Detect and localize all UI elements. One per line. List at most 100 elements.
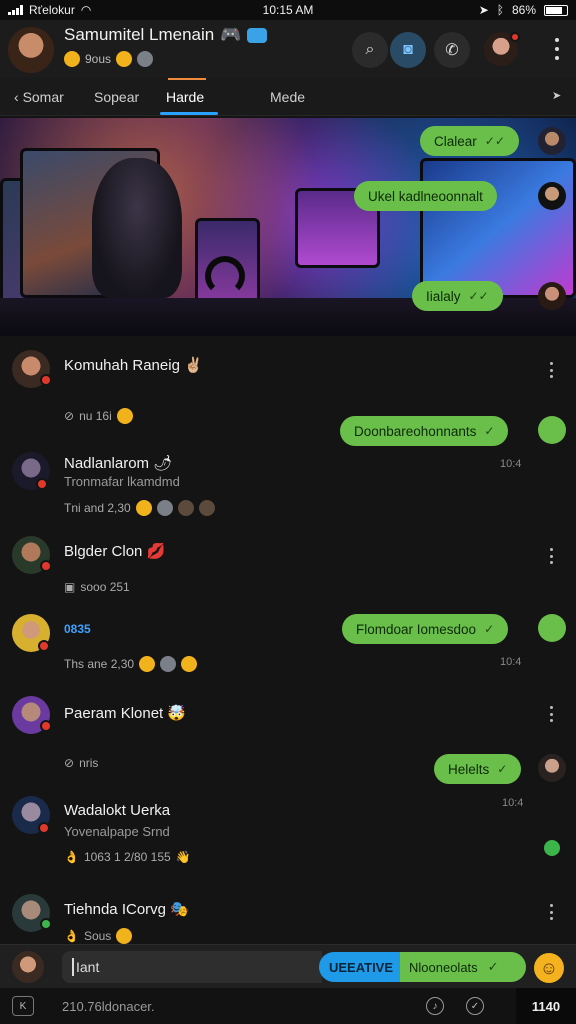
chat-preview: Tronmafar lkamdmd [64, 474, 180, 489]
reaction-emoji-icon [135, 500, 152, 516]
reaction-emoji-icon: 👋 [175, 850, 191, 864]
outgoing-message-bubble[interactable]: Doonbareohonnants ✓ [340, 416, 509, 446]
header-subtitle: 9ous [64, 51, 154, 67]
bottom-label[interactable]: 1140 [516, 988, 576, 1024]
reaction-emoji-icon [116, 928, 133, 944]
chat-meta: ⊘ nu 16i [64, 408, 133, 424]
chat-row[interactable]: Tiehnda ICorvg 🎭 👌 Sous [0, 892, 576, 944]
headset-image [205, 256, 245, 296]
more-options-icon[interactable] [554, 38, 560, 60]
attachment-icon: ⊘ [64, 756, 75, 770]
verified-icon [247, 27, 268, 43]
more-options-icon[interactable] [550, 362, 554, 378]
location-icon: ➤ [478, 3, 489, 17]
outgoing-message-bubble[interactable]: Helelts ✓ [434, 754, 522, 784]
create-button[interactable]: UEEATIVE [319, 952, 403, 982]
chat-header: Samumitel Lmenain 🎮 9ous ⌕ ◙ ✆ [0, 20, 576, 78]
reaction-emoji-icon [139, 656, 156, 672]
chat-meta: ⊘ nris [64, 756, 99, 770]
chat-name: Blgder Clon 💋 [64, 542, 166, 560]
tab-sopear[interactable]: Sopear [94, 89, 139, 105]
suggestion-chip[interactable]: Nlooneolats ✓ [400, 952, 526, 982]
video-button[interactable]: ◙ [390, 32, 426, 68]
message-input[interactable]: Iant [62, 951, 322, 983]
online-dot [544, 840, 560, 856]
status-badge [38, 640, 50, 652]
tab-indicator [160, 112, 218, 115]
status-badge [40, 720, 52, 732]
chat-name: 0835 [64, 622, 91, 636]
tab-harde[interactable]: Harde [166, 89, 204, 105]
bottom-bar: K 210.76ldonacer. ♪ ✓ 1140 [0, 988, 576, 1024]
avatar[interactable] [538, 127, 566, 155]
more-options-icon[interactable] [550, 706, 554, 722]
reaction-emoji-icon [156, 500, 173, 516]
reaction-emoji-icon [198, 500, 215, 516]
search-icon: ⌕ [365, 41, 375, 58]
reaction-emoji-icon [181, 656, 198, 672]
tab-accent [168, 78, 206, 80]
tab-mede[interactable]: Mede [270, 89, 305, 105]
chat-name: Paeram Klonet 🤯 [64, 704, 187, 722]
status-check-icon [538, 416, 566, 444]
reaction-emoji-icon [137, 51, 154, 67]
more-options-icon[interactable] [550, 904, 554, 920]
read-receipt-icon: ✓ [484, 424, 495, 438]
send-arrow-icon[interactable]: ➤ [552, 89, 561, 102]
message-bubble[interactable]: Ukel kadlneoonnalt [354, 181, 497, 211]
check-icon[interactable]: ✓ [466, 997, 484, 1015]
read-receipt-icon: ✓ [487, 959, 499, 974]
chat-name: Komuhah Raneig ✌🏼 [64, 356, 203, 374]
header-title-line[interactable]: Samumitel Lmenain 🎮 [64, 25, 268, 45]
chat-row[interactable]: Blgder Clon 💋 ▣ sooo 251 [0, 534, 576, 598]
status-badge [40, 918, 52, 930]
avatar[interactable] [538, 182, 566, 210]
status-bar: Rťelokur ◠ 10:15 AM ➤ ᛒ 86% [0, 0, 576, 20]
bluetooth-icon: ᛒ [496, 3, 504, 17]
chat-row[interactable]: Komuhah Raneig ✌🏼 [0, 346, 576, 406]
battery-percent: 86% [511, 3, 536, 17]
chat-meta: Ths ane 2,30 [64, 656, 198, 672]
more-options-icon[interactable] [550, 548, 554, 564]
chat-row[interactable]: Nadlanlarom 🌶 Tronmafar lkamdmd Tni and … [0, 448, 576, 528]
search-button[interactable]: ⌕ [352, 32, 388, 68]
chat-row[interactable]: Wadalokt Uerka Yovenalpape Srnd 👌 1063 1 … [0, 794, 576, 874]
chat-preview: Yovenalpape Srnd [64, 824, 170, 839]
reaction-emoji-icon [116, 51, 133, 67]
avatar [538, 754, 566, 782]
camera-icon: ◙ [403, 41, 413, 58]
chat-name: Nadlanlarom 🌶 [64, 454, 173, 472]
notification-dot [510, 32, 520, 42]
call-icon: ✆ [445, 42, 459, 59]
monitor [420, 158, 576, 298]
keyboard-icon[interactable]: K [12, 996, 34, 1016]
gamer-figure [92, 158, 182, 298]
gaming-setup-image: Clalear ✓✓ Ukel kadlneoonnalt Iialaly ✓✓ [0, 118, 576, 336]
tab-back[interactable]: ‹ Somar [14, 89, 64, 105]
avatar[interactable] [8, 27, 54, 73]
read-receipt-icon: ✓✓ [484, 134, 505, 148]
emoji-icon[interactable]: ☺ [534, 953, 564, 983]
reaction-emoji-icon: 👌 [64, 929, 79, 943]
read-receipt-icon: ✓ [484, 622, 495, 636]
message-bubble[interactable]: Iialaly ✓✓ [412, 281, 503, 311]
chat-name: Wadalokt Uerka [64, 802, 171, 819]
bottom-text: 210.76ldonacer. [62, 999, 155, 1014]
chat-name: Tiehnda ICorvg 🎭 [64, 900, 189, 918]
reaction-emoji-icon [160, 656, 177, 672]
chat-meta: 👌 1063 1 2/80 155 👋 [64, 850, 191, 864]
chat-meta: ▣ sooo 251 [64, 580, 130, 594]
outgoing-message-bubble[interactable]: Flomdoar Iomesdoo ✓ [342, 614, 509, 644]
chat-meta: 👌 Sous [64, 928, 133, 944]
chat-row[interactable]: Paeram Klonet 🤯 ⊘ nris [0, 694, 576, 770]
avatar[interactable] [538, 282, 566, 310]
read-receipt-icon: ✓✓ [468, 289, 489, 303]
message-bubble[interactable]: Clalear ✓✓ [420, 126, 519, 156]
status-check-icon [538, 614, 566, 642]
mic-icon[interactable]: ♪ [426, 997, 444, 1015]
gamepad-emoji: 🎮 [220, 25, 242, 45]
reaction-emoji-icon [116, 408, 133, 424]
avatar[interactable] [12, 951, 44, 983]
call-button[interactable]: ✆ [434, 32, 470, 68]
reaction-emoji-icon: 👌 [64, 850, 79, 864]
